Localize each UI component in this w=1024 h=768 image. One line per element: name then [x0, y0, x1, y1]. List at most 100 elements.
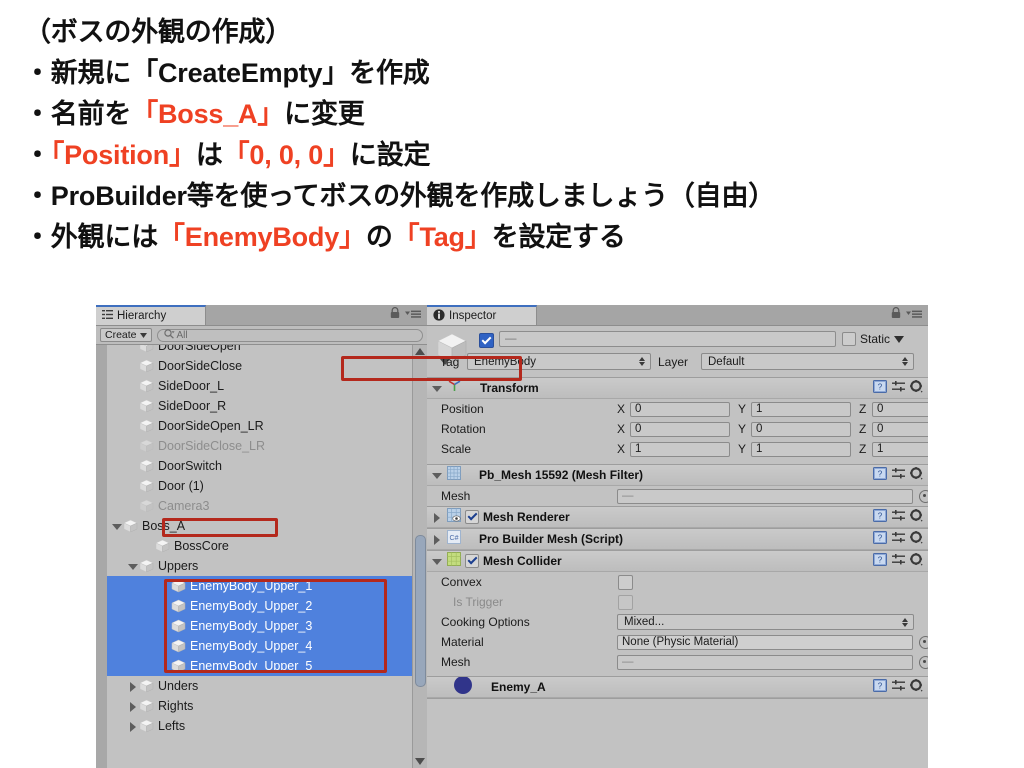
component-mesh-filter-header[interactable]: Pb_Mesh 15592 (Mesh Filter) ?	[427, 465, 928, 486]
component-mesh-renderer-header[interactable]: Mesh Renderer ?	[427, 507, 928, 528]
preset-icon[interactable]	[892, 380, 905, 398]
help-book-icon[interactable]: ?	[873, 531, 887, 549]
rotation-y-field[interactable]: 0	[751, 421, 851, 437]
help-book-icon[interactable]: ?	[873, 509, 887, 527]
foldout-arrow-icon[interactable]	[431, 534, 442, 545]
hierarchy-row-label: EnemyBody_Upper_3	[190, 619, 313, 633]
gear-icon[interactable]	[910, 467, 923, 485]
mesh-collider-mesh-field[interactable]: —	[617, 654, 913, 670]
hierarchy-row-enemybody-upper-1[interactable]: EnemyBody_Upper_1	[107, 576, 413, 596]
static-toggle[interactable]: Static	[842, 332, 905, 346]
gameobject-name-field[interactable]: —	[499, 331, 836, 347]
gear-icon[interactable]	[910, 380, 923, 398]
position-x-axis-label: X	[617, 402, 626, 416]
foldout-arrow-icon[interactable]	[127, 701, 138, 712]
tab-inspector[interactable]: Inspector	[427, 305, 537, 325]
lock-icon[interactable]	[390, 306, 400, 324]
scale-x-field[interactable]: 1	[630, 441, 730, 457]
static-dropdown-arrow-icon[interactable]	[894, 332, 905, 346]
hierarchy-row-door-1[interactable]: Door (1)	[107, 476, 413, 496]
rotation-x-field[interactable]: 0	[630, 421, 730, 437]
hamburger-menu-icon[interactable]	[906, 306, 922, 324]
hierarchy-row-enemybody-upper-3[interactable]: EnemyBody_Upper_3	[107, 616, 413, 636]
hierarchy-row-doorsideclose-lr[interactable]: DoorSideClose_LR	[107, 436, 413, 456]
hierarchy-row-label: DoorSideClose	[158, 359, 243, 373]
material-field[interactable]: None (Physic Material)	[617, 634, 913, 650]
foldout-arrow-icon[interactable]	[127, 561, 138, 572]
mesh-collider-object-picker-icon[interactable]	[919, 656, 928, 669]
hierarchy-tree[interactable]: DoorSideOpen DoorSideClose SideDoor_L Si…	[96, 345, 427, 768]
foldout-arrow-icon[interactable]	[127, 681, 138, 692]
hamburger-menu-icon[interactable]	[405, 306, 421, 324]
hierarchy-row-sidedoor-l[interactable]: SideDoor_L	[107, 376, 413, 396]
hierarchy-row-lefts[interactable]: Lefts	[107, 716, 413, 736]
scroll-up-arrow[interactable]	[415, 348, 425, 355]
hierarchy-row-doorswitch[interactable]: DoorSwitch	[107, 456, 413, 476]
is-trigger-checkbox[interactable]	[618, 595, 633, 610]
hierarchy-row-enemybody-upper-5[interactable]: EnemyBody_Upper_5	[107, 656, 413, 676]
scroll-down-arrow[interactable]	[415, 758, 425, 765]
gear-icon[interactable]	[910, 531, 923, 549]
hierarchy-row-boss-a[interactable]: Boss_A	[107, 516, 413, 536]
tag-dropdown[interactable]: EnemyBody	[467, 353, 651, 370]
component-transform-header[interactable]: Transform ?	[427, 378, 928, 399]
mesh-renderer-enabled-checkbox[interactable]	[465, 510, 479, 524]
hierarchy-row-camera3[interactable]: Camera3	[107, 496, 413, 516]
hierarchy-row-bosscore[interactable]: BossCore	[107, 536, 413, 556]
component-enemy-a-header[interactable]: Enemy_A ?	[427, 677, 928, 698]
gear-icon[interactable]	[910, 509, 923, 527]
hierarchy-scrollbar[interactable]	[412, 345, 427, 768]
position-x-field[interactable]: 0	[630, 401, 730, 417]
position-y-field[interactable]: 1	[751, 401, 851, 417]
help-book-icon[interactable]: ?	[873, 380, 887, 398]
scale-z-field[interactable]: 1	[872, 441, 928, 457]
layer-dropdown[interactable]: Default	[701, 353, 914, 370]
position-z-field[interactable]: 0	[872, 401, 928, 417]
preset-icon[interactable]	[892, 467, 905, 485]
mesh-collider-enabled-checkbox[interactable]	[465, 554, 479, 568]
search-input[interactable]: All	[156, 328, 423, 342]
hierarchy-row-sidedoor-r[interactable]: SideDoor_R	[107, 396, 413, 416]
hierarchy-row-doorsideopen-lr[interactable]: DoorSideOpen_LR	[107, 416, 413, 436]
component-pro-builder-mesh-header[interactable]: C# Pro Builder Mesh (Script) ?	[427, 529, 928, 550]
tab-hierarchy[interactable]: Hierarchy	[96, 305, 206, 325]
material-object-picker-icon[interactable]	[919, 636, 928, 649]
foldout-arrow-icon[interactable]	[431, 470, 442, 481]
mesh-filter-mesh-field[interactable]: —	[617, 488, 913, 504]
static-checkbox[interactable]	[842, 332, 856, 346]
mesh-filter-object-picker-icon[interactable]	[919, 490, 928, 503]
hierarchy-row-uppers[interactable]: Uppers	[107, 556, 413, 576]
foldout-arrow-icon[interactable]	[431, 556, 442, 567]
hierarchy-row-rights[interactable]: Rights	[107, 696, 413, 716]
component-transform-icons: ?	[873, 380, 923, 398]
lock-icon[interactable]	[891, 306, 901, 324]
hierarchy-row-doorsideopen[interactable]: DoorSideOpen	[107, 345, 413, 356]
cooking-options-dropdown[interactable]: Mixed...	[617, 614, 914, 630]
hierarchy-row-enemybody-upper-2[interactable]: EnemyBody_Upper_2	[107, 596, 413, 616]
hierarchy-scroll-thumb[interactable]	[415, 535, 426, 687]
convex-checkbox[interactable]	[618, 575, 633, 590]
mesh-collider-icon	[447, 551, 461, 571]
gear-icon[interactable]	[910, 553, 923, 571]
create-button[interactable]: Create	[100, 328, 152, 342]
gameobject-enabled-checkbox[interactable]	[479, 333, 494, 348]
foldout-arrow-icon[interactable]	[431, 383, 442, 394]
help-book-icon[interactable]: ?	[873, 467, 887, 485]
foldout-arrow-icon[interactable]	[111, 521, 122, 532]
rotation-z-field[interactable]: 0	[872, 421, 928, 437]
component-mesh-collider-header[interactable]: Mesh Collider ?	[427, 551, 928, 572]
preset-icon[interactable]	[892, 679, 905, 697]
foldout-arrow-icon[interactable]	[127, 721, 138, 732]
preset-icon[interactable]	[892, 553, 905, 571]
scale-y-field[interactable]: 1	[751, 441, 851, 457]
foldout-spacer	[159, 621, 170, 632]
foldout-arrow-icon[interactable]	[431, 512, 442, 523]
help-book-icon[interactable]: ?	[873, 553, 887, 571]
gear-icon[interactable]	[910, 679, 923, 697]
hierarchy-row-enemybody-upper-4[interactable]: EnemyBody_Upper_4	[107, 636, 413, 656]
help-book-icon[interactable]: ?	[873, 679, 887, 697]
preset-icon[interactable]	[892, 531, 905, 549]
hierarchy-row-unders[interactable]: Unders	[107, 676, 413, 696]
hierarchy-row-doorsideclose[interactable]: DoorSideClose	[107, 356, 413, 376]
preset-icon[interactable]	[892, 509, 905, 527]
